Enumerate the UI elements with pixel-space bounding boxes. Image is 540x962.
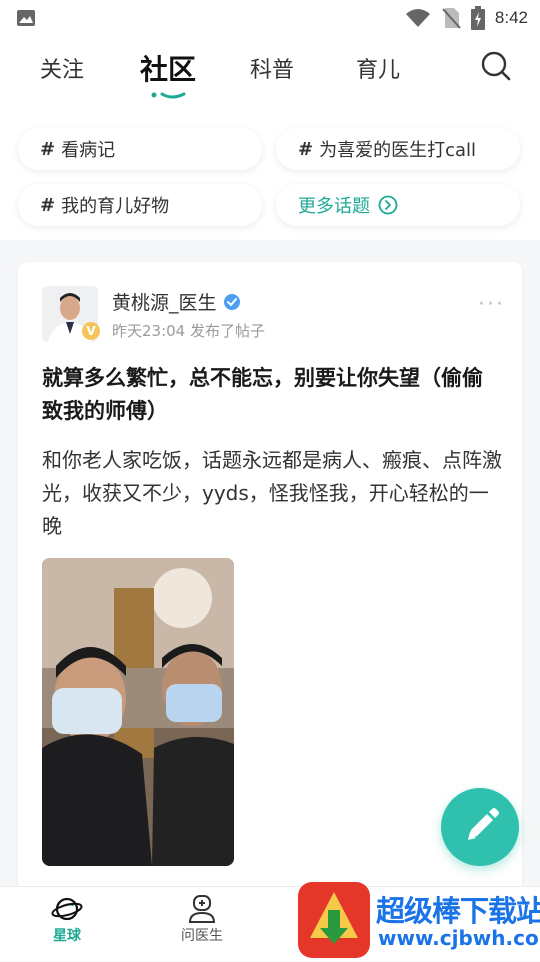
chevron-right-circle-icon [378,195,398,215]
post-meta: 昨天23:04 发布了帖子 [112,322,265,340]
pencil-icon [468,808,499,840]
topic-chip-medical-stories[interactable]: # 看病记 [18,128,262,170]
image-icon [17,10,35,26]
tab-science[interactable]: 科普 [250,52,294,84]
post-title[interactable]: 就算多么繁忙，总不能忘，别要让你失望（偷偷致我的师傅） [42,362,502,428]
nav-planet[interactable]: 星球 [27,893,107,945]
compose-post-button[interactable] [441,788,519,866]
nav-label: 星球 [53,928,81,944]
author-name-row[interactable]: 黄桃源_医生 [112,288,241,315]
hash-icon: # [40,138,56,160]
topic-chip-parenting-goods[interactable]: # 我的育儿好物 [18,184,262,226]
search-icon[interactable] [480,50,512,82]
post-body[interactable]: 和你老人家吃饭，话题永远都是病人、瘢痕、点阵激光，收获又不少，yyds，怪我怪我… [42,444,508,543]
battery-charging-icon [470,6,485,30]
watermark-title: 超级棒下载站 [376,894,540,928]
top-nav: 关注 社区 科普 育儿 [0,36,540,110]
tab-follow[interactable]: 关注 [40,52,84,84]
hash-icon: # [40,194,56,216]
status-bar: 8:42 [0,0,540,36]
topic-label: 看病记 [61,140,116,161]
tab-parenting[interactable]: 育儿 [356,52,400,84]
more-options-icon[interactable]: ··· [478,292,505,317]
topic-label: 我的育儿好物 [61,196,170,217]
download-arrow-icon [310,892,358,944]
hash-icon: # [298,138,314,160]
topic-section: # 看病记 # 为喜爱的医生打call # 我的育儿好物 更多话题 [0,110,540,240]
no-sim-icon [442,8,461,29]
more-topics-label: 更多话题 [298,196,370,217]
post-photo[interactable] [42,558,234,866]
selfie-image [42,558,234,866]
active-tab-indicator [151,92,186,99]
author-name: 黄桃源_医生 [112,292,217,314]
tab-community[interactable]: 社区 [140,48,196,88]
planet-icon [51,897,83,921]
topic-label: 为喜爱的医生打call [319,140,477,161]
doctor-icon [188,895,216,923]
more-topics-button[interactable]: 更多话题 [276,184,520,226]
watermark-url: www.cjbwh.com [378,926,540,950]
verified-check-icon [223,293,240,310]
topic-chip-cheer-doctor[interactable]: # 为喜爱的医生打call [276,128,520,170]
verified-v-badge: V [82,322,100,340]
nav-ask-doctor[interactable]: 问医生 [162,893,242,945]
nav-label: 问医生 [181,928,223,944]
status-time: 8:42 [494,8,528,27]
watermark-logo [298,882,370,958]
watermark: 超级棒下载站 www.cjbwh.com [296,880,540,960]
wifi-icon [405,9,430,27]
